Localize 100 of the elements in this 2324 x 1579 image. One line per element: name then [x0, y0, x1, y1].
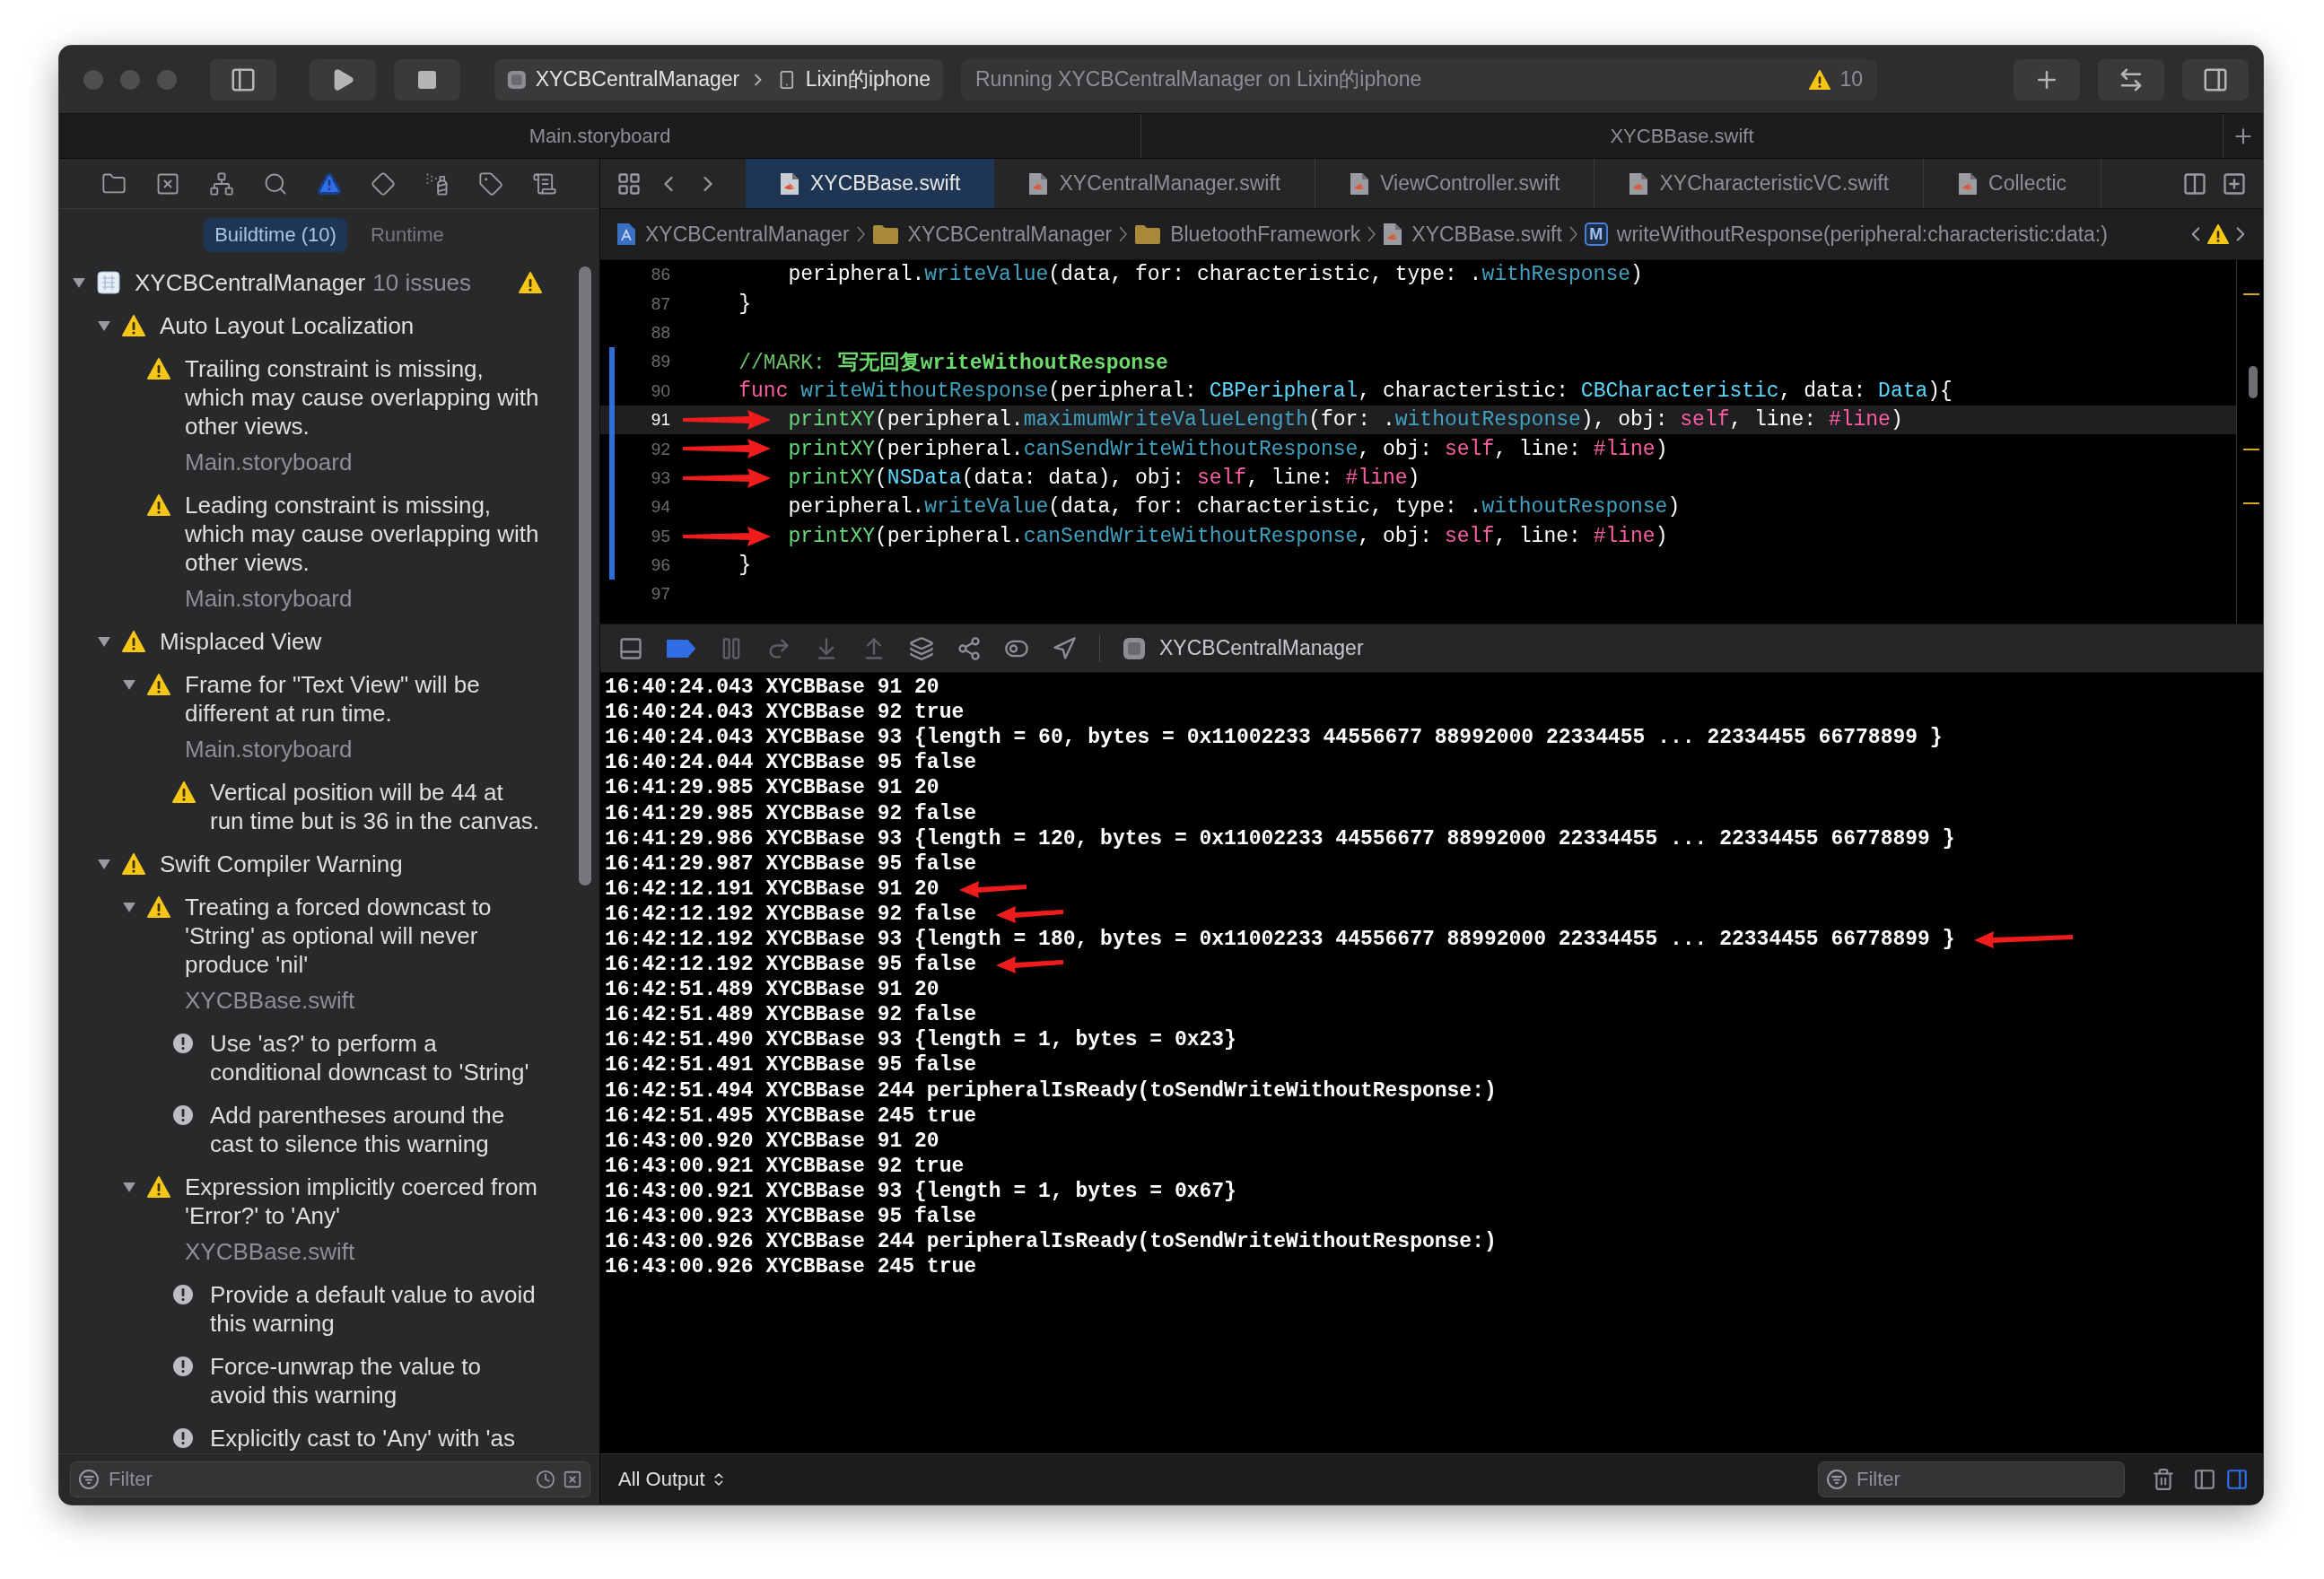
code-line: peripheral.writeValue(data, for: characteristic, type: .withResponse) — [788, 263, 1643, 287]
console-view-button[interactable] — [2225, 1468, 2249, 1491]
console-line: 16:43:00.923 XYCBBase 95 false — [605, 1205, 977, 1228]
editor-tab[interactable]: XYCharacteristicVC.swift — [1594, 159, 1925, 208]
project-icon — [616, 222, 636, 246]
console-line: 16:42:51.495 XYCBBase 245 true — [605, 1104, 977, 1128]
output-menu[interactable]: All Output — [618, 1468, 727, 1491]
editor-tab[interactable]: XYCentralManager.swift — [994, 159, 1316, 208]
trash-button[interactable] — [2152, 1468, 2175, 1491]
filter-field[interactable]: Filter — [70, 1461, 590, 1497]
stop-button[interactable] — [394, 58, 460, 100]
clear-icon[interactable] — [563, 1470, 582, 1489]
file-icon — [1629, 171, 1649, 196]
code-line: printXY(NSData(data: data), obj: self, line: #line) — [788, 466, 1420, 490]
issue-text[interactable]: Vertical position will be 44 at run time but is 36 in the canvas. — [210, 778, 542, 835]
panel-icon[interactable] — [618, 635, 643, 661]
layout-icon[interactable] — [2182, 170, 2207, 196]
grid-icon[interactable] — [616, 170, 642, 196]
code-line: printXY(peripheral.maximumWriteValueLength(for: .withoutResponse), obj: self, line: #line) — [788, 408, 1903, 432]
inspector-toggle-button[interactable] — [2182, 58, 2249, 100]
disclosure-triangle-icon[interactable] — [72, 275, 86, 290]
fixit-text[interactable]: Force-unwrap the value to avoid this warning — [210, 1352, 542, 1409]
line-number: 88 — [650, 322, 670, 343]
filter-field[interactable]: Filter — [1818, 1461, 2125, 1497]
location-icon[interactable] — [1052, 635, 1077, 661]
console-line: 16:41:29.987 XYCBBase 95 false — [605, 851, 977, 876]
scope-tab[interactable]: Buildtime (10) — [204, 218, 347, 252]
app-icon — [1123, 636, 1146, 660]
scrollbar[interactable] — [579, 266, 591, 885]
warning-icon — [147, 493, 170, 517]
fixit-text[interactable]: Use 'as?' to perform a conditional downcast to 'String' — [210, 1029, 542, 1086]
warning-icon — [122, 630, 145, 653]
file-name: XYCBBase.swift — [185, 986, 356, 1015]
layers-icon[interactable] — [909, 635, 934, 661]
variables-view-button[interactable] — [2193, 1468, 2216, 1491]
separator-icon — [1119, 226, 1128, 242]
disclosure-triangle-icon[interactable] — [97, 318, 111, 333]
console-line: 16:40:24.044 XYCBBase 95 false — [605, 751, 977, 775]
code-line: printXY(peripheral.canSendWriteWithoutResponse, obj: self, line: #line) — [788, 524, 1668, 548]
sidebar-toggle-button[interactable] — [210, 58, 276, 100]
disclosure-triangle-icon[interactable] — [122, 677, 136, 692]
disclosure-triangle-icon[interactable] — [122, 900, 136, 914]
issue-group-title[interactable]: Misplaced View — [160, 627, 542, 656]
jump-bar-item[interactable]: BluetoothFramework — [1131, 222, 1365, 247]
editor-tab[interactable]: XYCBBase.swift — [746, 159, 995, 208]
disclosure-triangle-icon[interactable] — [97, 634, 111, 649]
fixit-icon — [172, 1356, 194, 1377]
run-button[interactable] — [310, 58, 376, 100]
fixit-text[interactable]: Provide a default value to avoid this warning — [210, 1280, 542, 1338]
window-tab[interactable]: XYCBBase.swift — [1141, 114, 2224, 158]
issue-text[interactable]: Treating a forced downcast to 'String' as optional will never produce 'nil' — [185, 893, 542, 979]
project-name[interactable]: XYCBCentralManager — [135, 268, 366, 297]
issue-count: 10 issues — [372, 268, 472, 297]
jump-bar-item[interactable]: XYCBCentralManager — [868, 222, 1116, 247]
filter-input[interactable]: Filter — [1855, 1467, 2117, 1492]
issue-group-title[interactable]: Auto Layout Localization — [160, 311, 542, 340]
fixit-icon — [172, 1033, 194, 1054]
scheme-selector[interactable]: XYCBCentralManager Lixin的iphone — [494, 58, 943, 100]
console-line: 16:41:29.985 XYCBBase 92 false — [605, 801, 977, 825]
warning-icon — [147, 357, 170, 380]
issue-text[interactable]: Expression implicitly coerced from 'Error?' to 'Any' — [185, 1173, 542, 1230]
status-text: Running XYCBCentralManager on Lixin的iphone — [975, 66, 1422, 92]
graph-icon[interactable] — [957, 635, 982, 661]
issue-text[interactable]: Frame for "Text View" will be different at run time. — [185, 670, 542, 728]
code-line: //MARK: 写无回复writeWithoutResponse — [738, 350, 1168, 376]
issue-text[interactable]: Leading constraint is missing, which may cause overlapping with other views. — [185, 491, 542, 577]
code-line: func writeWithoutResponse(peripheral: CBPeripheral, characteristic: CBCharacteristic, data: Data){ — [738, 379, 1953, 403]
file-name: Main.storyboard — [185, 448, 354, 476]
fixit-icon — [172, 1104, 194, 1126]
separator-icon — [1367, 226, 1376, 242]
line-number: 97 — [650, 584, 670, 605]
line-number: 95 — [650, 526, 670, 546]
issue-text[interactable]: Trailing constraint is missing, which may cause overlapping with other views. — [185, 354, 542, 441]
disclosure-triangle-icon[interactable] — [97, 857, 111, 871]
line-number: 92 — [650, 439, 670, 459]
swap-button[interactable] — [2098, 58, 2164, 100]
stop-icon — [416, 68, 438, 91]
filter-input[interactable]: Filter — [107, 1467, 529, 1492]
add-button[interactable] — [2014, 58, 2080, 100]
jump-bar-item[interactable]: XYCBCentralManager — [613, 222, 853, 247]
fixit-text[interactable]: Add parentheses around the cast to silence this warning — [210, 1101, 542, 1158]
console-line: 16:43:00.921 XYCBBase 93 {length = 1, bytes = 0x67} — [605, 1179, 1236, 1203]
breakpoint-icon[interactable] — [666, 638, 696, 659]
editor-tab[interactable]: ViewController.swift — [1315, 159, 1595, 208]
clock-icon[interactable] — [536, 1470, 555, 1489]
warning-icon — [2207, 223, 2229, 245]
console-line: 16:42:12.191 XYCBBase 91 20 — [605, 877, 939, 901]
jump-bar-item[interactable]: M writeWithoutResponse(peripheral:characteristic:data:) — [1580, 222, 2111, 247]
file-name: XYCBBase.swift — [185, 1237, 356, 1266]
warning-icon — [147, 673, 170, 696]
editor-tab[interactable]: Collectic — [1924, 159, 2101, 208]
jump-bar-item[interactable]: XYCBBase.swift — [1379, 222, 1566, 247]
filter-icon — [1826, 1469, 1848, 1490]
window-tab[interactable]: Main.storyboard — [59, 114, 1141, 158]
add-editor-icon[interactable] — [2222, 170, 2247, 196]
console-line: 16:42:51.490 XYCBBase 93 {length = 1, bytes = 0x23} — [605, 1028, 1236, 1052]
fixit-text[interactable]: Explicitly cast to 'Any' with 'as — [210, 1424, 542, 1453]
warning-icon — [122, 852, 145, 876]
disclosure-triangle-icon[interactable] — [122, 1180, 136, 1194]
issue-group-title[interactable]: Swift Compiler Warning — [160, 850, 542, 878]
